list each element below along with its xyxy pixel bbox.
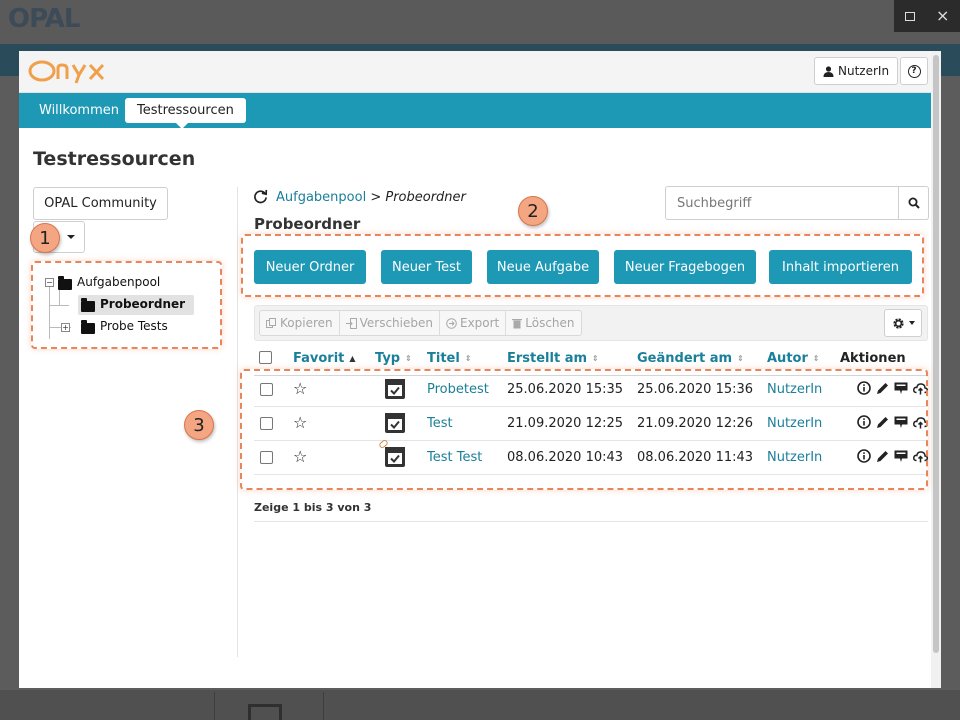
background-test-icon — [248, 704, 282, 720]
breadcrumb-root-link[interactable]: Aufgabenpool — [276, 190, 366, 205]
copy-icon — [266, 317, 276, 328]
user-menu-button[interactable]: NutzerIn — [814, 57, 899, 85]
move-button[interactable]: Verschieben — [340, 311, 440, 335]
folder-title: Probeordner — [254, 215, 361, 233]
caret-down-icon — [67, 235, 75, 239]
modal-scrollbar-thumb[interactable] — [933, 55, 939, 653]
breadcrumb-separator: > — [366, 190, 386, 205]
callout-badge-2: 2 — [518, 196, 548, 226]
background-logo: OPAL — [8, 4, 80, 34]
onyx-modal: NutzerIn ? Willkommen Testressourcen Tes… — [19, 51, 941, 688]
export-button[interactable]: Export — [440, 311, 507, 335]
help-button[interactable]: ? — [900, 57, 928, 85]
sort-asc-icon: ▲ — [349, 353, 356, 363]
window-maximize-icon[interactable] — [904, 11, 915, 21]
refresh-icon[interactable] — [253, 189, 268, 204]
main-navigation: Willkommen Testressourcen — [19, 93, 941, 129]
sort-icon: ⇕ — [737, 353, 744, 363]
tab-testressourcen[interactable]: Testressourcen — [125, 98, 246, 123]
breadcrumb: Aufgabenpool > Probeordner — [276, 190, 466, 205]
table-toolbar: Kopieren Verschieben Export Löschen — [254, 305, 928, 341]
search-icon — [908, 197, 920, 209]
column-label: Typ — [375, 351, 401, 366]
breadcrumb-current: Probeordner — [385, 190, 466, 205]
column-label: Favorit — [293, 351, 345, 366]
pagination-summary: Zeige 1 bis 3 von 3 — [254, 501, 372, 514]
table-settings-button[interactable] — [884, 309, 922, 337]
delete-label: Löschen — [525, 316, 575, 330]
callout-box-actions — [241, 234, 924, 297]
pane-divider — [237, 187, 238, 657]
search-button[interactable] — [899, 186, 929, 220]
export-icon — [446, 317, 457, 329]
onyx-logo[interactable] — [27, 55, 113, 87]
column-label: Titel — [427, 351, 460, 366]
trash-icon — [512, 318, 523, 328]
copy-button[interactable]: Kopieren — [260, 311, 340, 335]
column-autor[interactable]: Autor ⇕ — [767, 351, 820, 366]
select-all-checkbox[interactable] — [259, 351, 272, 364]
background-footer — [0, 690, 960, 720]
checkbox-icon — [259, 351, 272, 364]
sort-icon: ⇕ — [812, 353, 820, 363]
gear-icon — [892, 317, 904, 329]
callout-box-table — [240, 369, 928, 490]
column-geaendert-am[interactable]: Geändert am ⇕ — [637, 351, 744, 366]
active-tab-caret — [176, 123, 188, 129]
background-header: OPAL — [0, 0, 960, 44]
move-icon — [345, 317, 357, 329]
page-title: Testressourcen — [33, 148, 196, 170]
caret-down-icon — [908, 321, 915, 325]
move-label: Verschieben — [359, 316, 433, 330]
bulk-action-group: Kopieren Verschieben Export Löschen — [259, 310, 582, 336]
delete-button[interactable]: Löschen — [506, 311, 580, 335]
column-aktionen: Aktionen — [840, 351, 906, 366]
user-name: NutzerIn — [838, 64, 890, 78]
help-icon: ? — [907, 64, 921, 78]
window-controls: × — [894, 0, 960, 32]
column-typ[interactable]: Typ ⇕ — [375, 351, 412, 366]
sort-icon: ⇕ — [405, 353, 412, 363]
callout-badge-1: 1 — [30, 223, 60, 253]
column-label: Autor — [767, 351, 808, 366]
summary-divider — [254, 521, 928, 522]
column-erstellt-am[interactable]: Erstellt am ⇕ — [507, 351, 599, 366]
export-label: Export — [459, 316, 500, 330]
window-close-icon[interactable]: × — [936, 8, 949, 24]
opal-community-button[interactable]: OPAL Community — [33, 187, 168, 220]
callout-badge-3: 3 — [184, 410, 214, 440]
tab-willkommen[interactable]: Willkommen — [27, 98, 131, 123]
column-favorit[interactable]: Favorit ▲ — [293, 351, 356, 366]
column-label: Erstellt am — [507, 351, 588, 366]
user-icon — [823, 65, 834, 77]
column-titel[interactable]: Titel ⇕ — [427, 351, 472, 366]
sort-icon: ⇕ — [592, 353, 599, 363]
copy-label: Kopieren — [280, 316, 333, 330]
callout-box-tree — [31, 261, 222, 349]
sort-icon: ⇕ — [464, 353, 472, 363]
column-label: Geändert am — [637, 351, 733, 366]
search-input[interactable] — [665, 186, 899, 220]
onyx-header: NutzerIn ? — [19, 51, 941, 93]
